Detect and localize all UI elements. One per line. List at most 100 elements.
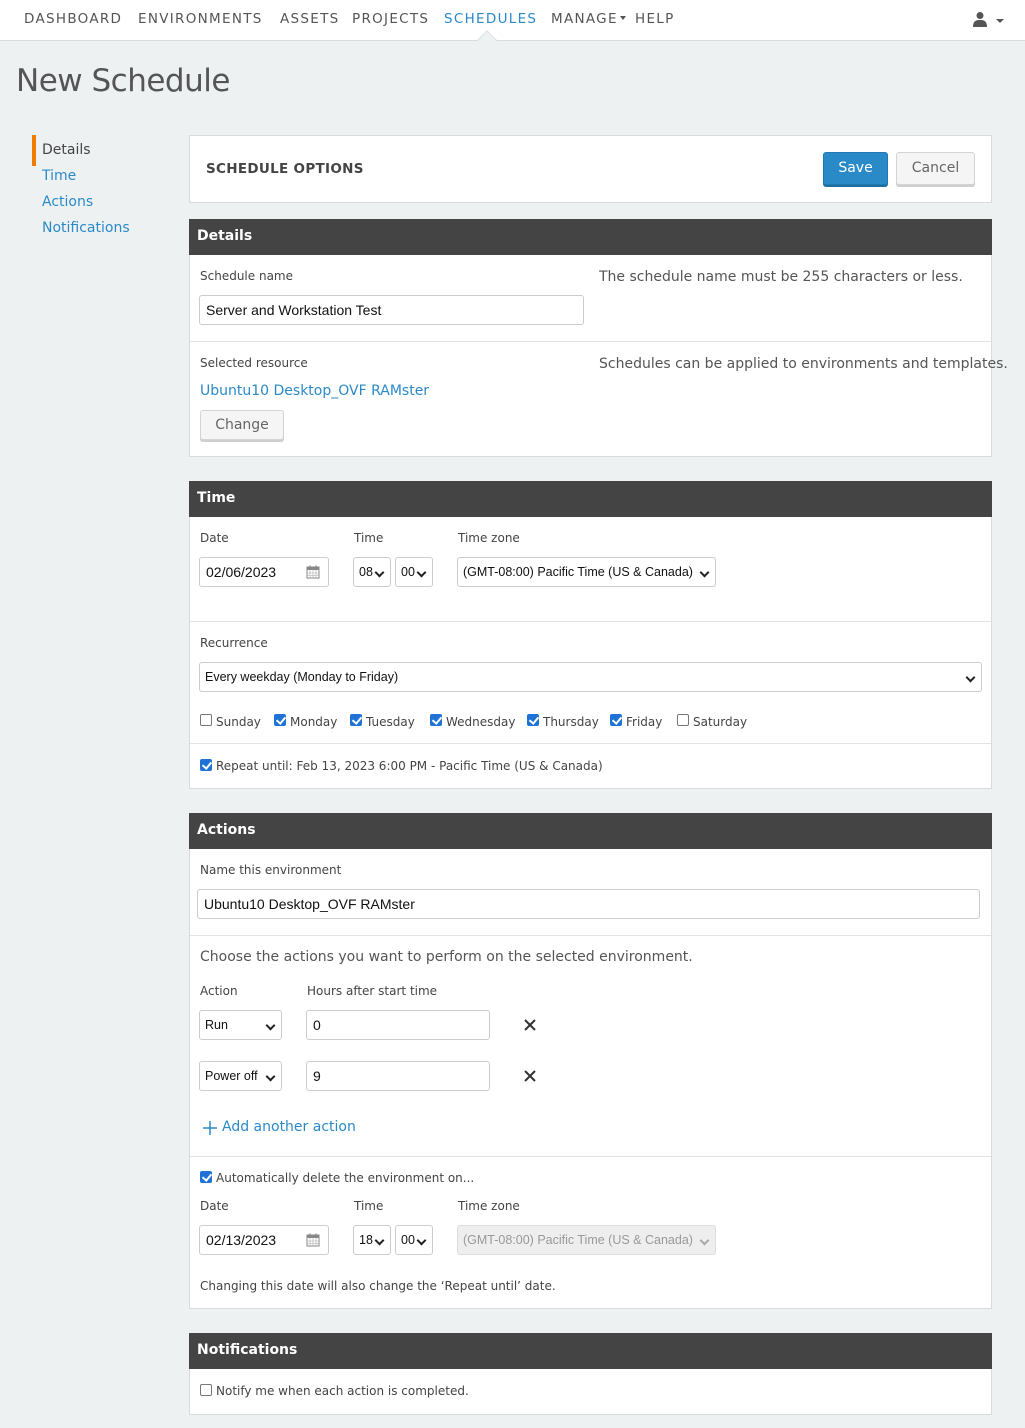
start-date-input[interactable]: 02/06/2023	[199, 557, 329, 587]
day-checkbox-saturday[interactable]	[677, 714, 689, 726]
page-title: New Schedule	[16, 63, 230, 99]
start-hour-select[interactable]: 08	[353, 557, 391, 587]
cancel-button[interactable]: Cancel	[896, 152, 975, 185]
remove-action-icon[interactable]	[523, 1018, 537, 1032]
nav-help[interactable]: HELP	[635, 11, 675, 27]
change-resource-button[interactable]: Change	[200, 410, 284, 440]
nav-projects[interactable]: PROJECTS	[352, 11, 429, 27]
day-label: Sunday	[216, 715, 261, 729]
start-date-value: 02/06/2023	[206, 564, 277, 580]
recurrence-label: Recurrence	[200, 636, 268, 650]
action-type-select[interactable]: Power off	[199, 1061, 282, 1091]
action-type-select[interactable]: Run	[199, 1010, 282, 1040]
nav-schedules[interactable]: SCHEDULES	[444, 11, 537, 27]
delete-hour-value: 18	[359, 1233, 373, 1247]
hours-column-label: Hours after start time	[307, 984, 438, 998]
caret-down-icon	[619, 16, 626, 20]
current-section-marker	[32, 135, 36, 166]
schedule-name-label: Schedule name	[200, 269, 293, 283]
sidenav-details[interactable]: Details	[42, 142, 91, 158]
remove-action-icon[interactable]	[523, 1069, 537, 1083]
user-menu[interactable]	[972, 11, 1008, 31]
environment-name-label: Name this environment	[200, 863, 342, 877]
selected-resource-help: Schedules can be applied to environments…	[599, 356, 1008, 372]
chevron-down-icon	[699, 567, 710, 578]
caret-down-icon	[996, 19, 1004, 23]
day-label: Friday	[626, 715, 663, 729]
day-label: Tuesday	[366, 715, 415, 729]
actions-heading: Actions	[189, 813, 992, 849]
nav-manage[interactable]: MANAGE	[551, 11, 626, 27]
auto-delete-label: Automatically delete the environment on.…	[216, 1171, 475, 1185]
schedule-name-input[interactable]: Server and Workstation Test	[199, 295, 584, 325]
save-button[interactable]: Save	[823, 152, 888, 185]
start-datetime-section: Date 02/06/2023 Time 08 00 Time zone (GM…	[190, 517, 991, 621]
action-column-label: Action	[200, 984, 238, 998]
day-checkbox-thursday[interactable]	[527, 714, 539, 726]
notifications-heading: Notifications	[189, 1333, 992, 1369]
environment-name-input[interactable]: Ubuntu10 Desktop_OVF RAMster	[197, 889, 980, 919]
time-label: Time	[354, 531, 384, 545]
nav-dashboard[interactable]: DASHBOARD	[24, 11, 122, 27]
delete-date-label: Date	[200, 1199, 229, 1213]
schedule-name-section: Schedule name Server and Workstation Tes…	[190, 255, 991, 341]
chevron-down-icon	[699, 1235, 710, 1246]
details-panel: Details Schedule name Server and Worksta…	[189, 219, 1008, 457]
auto-delete-section: Automatically delete the environment on.…	[190, 1156, 991, 1308]
delete-minute-select[interactable]: 00	[395, 1225, 433, 1255]
day-checkbox-sunday[interactable]	[200, 714, 212, 726]
actions-intro: Choose the actions you want to perform o…	[200, 949, 693, 965]
schedule-name-help: The schedule name must be 255 characters…	[599, 269, 963, 285]
delete-minute-value: 00	[401, 1233, 415, 1247]
chevron-down-icon	[416, 567, 427, 578]
hours-input[interactable]: 0	[306, 1010, 490, 1040]
repeat-until-checkbox[interactable]	[200, 759, 212, 771]
delete-timezone-value: (GMT-08:00) Pacific Time (US & Canada)	[463, 1233, 693, 1247]
action-type-value: Power off	[205, 1069, 258, 1083]
chevron-down-icon	[965, 672, 976, 683]
day-checkbox-wednesday[interactable]	[430, 714, 442, 726]
delete-date-note: Changing this date will also change the …	[200, 1279, 556, 1293]
calendar-icon[interactable]	[306, 1233, 320, 1247]
add-action-label: Add another action	[222, 1119, 356, 1135]
delete-timezone-label: Time zone	[458, 1199, 520, 1213]
top-navigation: DASHBOARD ENVIRONMENTS ASSETS PROJECTS S…	[0, 0, 1025, 41]
day-label: Wednesday	[446, 715, 516, 729]
delete-date-input[interactable]: 02/13/2023	[199, 1225, 329, 1255]
sidenav-actions[interactable]: Actions	[42, 194, 93, 210]
day-checkbox-friday[interactable]	[610, 714, 622, 726]
recurrence-value: Every weekday (Monday to Friday)	[205, 670, 399, 684]
selected-resource-label: Selected resource	[200, 356, 308, 370]
schedule-options-bar: SCHEDULE OPTIONS Save Cancel	[189, 135, 992, 203]
repeat-until-section: Repeat until: Feb 13, 2023 6:00 PM - Pac…	[190, 743, 991, 789]
sidenav-notifications[interactable]: Notifications	[42, 220, 130, 236]
auto-delete-checkbox[interactable]	[200, 1171, 212, 1183]
plus-icon	[203, 1121, 217, 1135]
date-label: Date	[200, 531, 229, 545]
notify-label: Notify me when each action is completed.	[216, 1384, 469, 1398]
recurrence-select[interactable]: Every weekday (Monday to Friday)	[199, 662, 982, 692]
calendar-icon[interactable]	[306, 565, 320, 579]
notifications-panel: Notifications Notify me when each action…	[189, 1333, 992, 1415]
nav-assets[interactable]: ASSETS	[280, 11, 340, 27]
notify-checkbox[interactable]	[200, 1384, 212, 1396]
selected-resource-link[interactable]: Ubuntu10 Desktop_OVF RAMster	[200, 383, 429, 399]
repeat-until-label: Repeat until: Feb 13, 2023 6:00 PM - Pac…	[216, 759, 603, 773]
chevron-down-icon	[265, 1020, 276, 1031]
details-heading: Details	[189, 219, 992, 255]
time-heading: Time	[189, 481, 992, 517]
day-checkbox-tuesday[interactable]	[350, 714, 362, 726]
sidenav-time[interactable]: Time	[42, 168, 76, 184]
nav-environments[interactable]: ENVIRONMENTS	[138, 11, 263, 27]
delete-hour-select[interactable]: 18	[353, 1225, 391, 1255]
schedule-options-title: SCHEDULE OPTIONS	[206, 161, 364, 177]
action-list-section: Choose the actions you want to perform o…	[190, 935, 991, 1156]
day-checkbox-monday[interactable]	[274, 714, 286, 726]
day-label: Saturday	[693, 715, 748, 729]
timezone-select[interactable]: (GMT-08:00) Pacific Time (US & Canada)	[457, 557, 716, 587]
start-minute-select[interactable]: 00	[395, 557, 433, 587]
hours-input[interactable]: 9	[306, 1061, 490, 1091]
start-minute-value: 00	[401, 565, 415, 579]
delete-date-value: 02/13/2023	[206, 1232, 277, 1248]
chevron-down-icon	[265, 1071, 276, 1082]
